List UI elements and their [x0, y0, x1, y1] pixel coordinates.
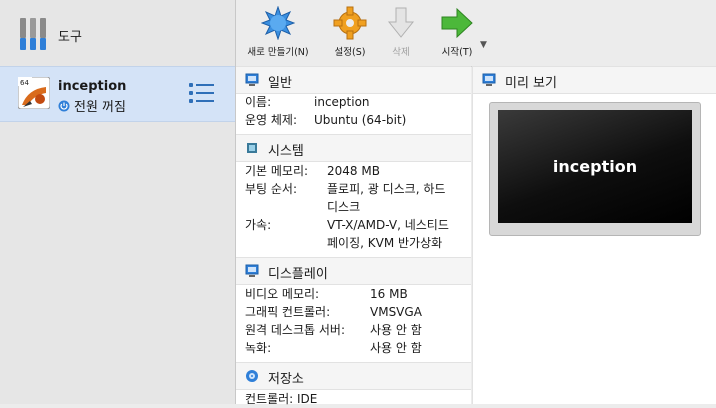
row-key: 이름:: [245, 95, 272, 109]
monitor-icon: [245, 73, 259, 90]
storage-icon: [245, 369, 259, 386]
preview-pane: 미리 보기 inception: [472, 66, 716, 404]
preview-frame: inception: [489, 102, 701, 236]
section-system-title: 시스템: [268, 144, 304, 159]
section-general-header[interactable]: 일반: [236, 66, 471, 94]
row-value: 2048 MB: [327, 164, 380, 178]
section-storage-header[interactable]: 저장소: [236, 362, 471, 390]
new-star-icon: [261, 6, 295, 40]
row-value: 플로피, 광 디스크, 하드: [327, 182, 446, 196]
row-value: 디스크: [327, 200, 361, 214]
tools-icon: [18, 16, 48, 55]
row-key: 가속:: [245, 218, 272, 232]
new-button-label: 새로 만들기(N): [247, 47, 309, 58]
os-badge-64: 64: [20, 79, 29, 87]
row-value: VMSVGA: [370, 305, 422, 319]
tools-item[interactable]: 도구: [0, 0, 235, 66]
vm-name: inception: [58, 79, 127, 94]
start-arrow-icon: [441, 7, 473, 39]
row-key: 운영 체제:: [245, 113, 298, 127]
row-key: 부팅 순서:: [245, 182, 298, 196]
section-preview-title: 미리 보기: [505, 76, 557, 91]
display-icon: [245, 264, 259, 281]
row-value: inception: [314, 95, 370, 109]
section-display-title: 디스플레이: [268, 267, 328, 282]
section-general-title: 일반: [268, 76, 292, 91]
preview-vm-name: inception: [552, 157, 638, 176]
row-value: 16 MB: [370, 287, 408, 301]
row-key: 그래픽 컨트롤러:: [245, 305, 331, 319]
row-value: 사용 안 함: [370, 341, 422, 355]
row-value: 페이징, KVM 반가상화: [327, 236, 443, 250]
vm-list-pane: 도구 64 inception 전원 꺼짐: [0, 0, 236, 404]
row-value: 사용 안 함: [370, 323, 422, 337]
section-storage-title: 저장소: [268, 372, 304, 387]
section-preview-header[interactable]: 미리 보기: [473, 66, 716, 94]
row-key: 컨트롤러: IDE: [245, 392, 318, 406]
chip-icon: [245, 141, 259, 158]
ubuntu-os-icon: 64: [17, 76, 51, 110]
row-value: VT-X/AMD-V, 네스티드: [327, 218, 449, 232]
row-value: Ubuntu (64-bit): [314, 113, 407, 127]
row-key: 기본 메모리:: [245, 164, 309, 178]
new-button[interactable]: 새로 만들기(N): [238, 6, 318, 58]
tools-label: 도구: [58, 30, 82, 45]
delete-arrow-icon: [387, 7, 415, 38]
section-display-header[interactable]: 디스플레이: [236, 257, 471, 285]
details-pane: 일반 이름: inception 운영 체제: Ubuntu (64-bit) …: [236, 66, 471, 406]
power-off-icon: [58, 100, 70, 111]
start-button[interactable]: 시작(T): [417, 6, 497, 58]
vm-state-label: 전원 꺼짐: [74, 100, 126, 115]
main-toolbar: 새로 만들기(N) 설정(S) 삭제 시작(T) ▼: [236, 0, 716, 67]
start-dropdown-icon[interactable]: ▼: [480, 40, 487, 50]
row-key: 비디오 메모리:: [245, 287, 320, 301]
details-menu-icon[interactable]: [189, 82, 215, 109]
row-key: 녹화:: [245, 341, 272, 355]
preview-monitor-icon: [482, 73, 496, 90]
vm-state: 전원 꺼짐: [58, 96, 126, 115]
section-system-header[interactable]: 시스템: [236, 134, 471, 162]
row-key: 원격 데스크톱 서버:: [245, 323, 345, 337]
preview-screen: inception: [498, 110, 692, 223]
vm-list-item-inception[interactable]: 64 inception 전원 꺼짐: [0, 66, 235, 122]
